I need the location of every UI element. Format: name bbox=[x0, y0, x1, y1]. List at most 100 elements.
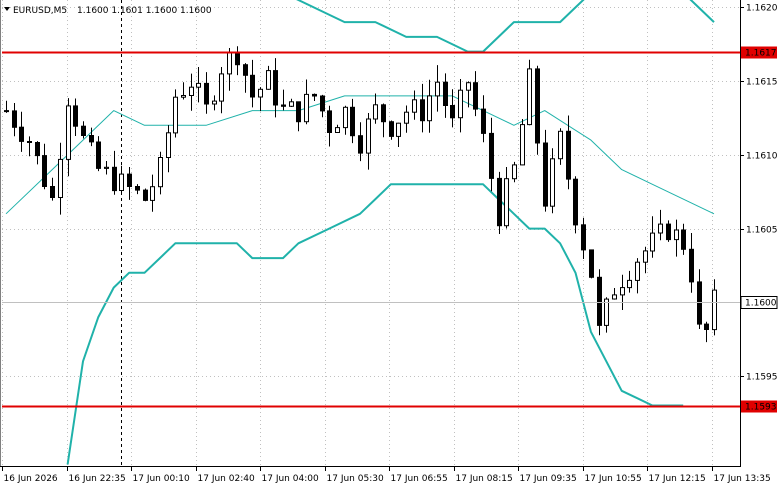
candle-body bbox=[573, 178, 578, 226]
candle-body bbox=[481, 108, 486, 134]
price-axis-tick-label: 1.1615 bbox=[746, 78, 778, 88]
candle-body bbox=[281, 104, 286, 107]
candle-body bbox=[650, 232, 655, 252]
candle-body bbox=[273, 70, 278, 106]
candle-body bbox=[112, 166, 117, 192]
level-price-tag-label: 1.1617 bbox=[745, 49, 777, 59]
chart-background bbox=[0, 0, 781, 489]
candle-body bbox=[150, 186, 155, 201]
candle-body bbox=[458, 89, 463, 119]
candle-body bbox=[704, 323, 709, 331]
candle-body bbox=[366, 118, 371, 154]
candle-body bbox=[420, 99, 425, 122]
chart-window[interactable]: 1.1620 1.1615 1.1610 1.1605 1.1600 1.1595 1.16… bbox=[0, 0, 781, 489]
candle-body bbox=[489, 132, 494, 179]
candle-body bbox=[497, 177, 502, 227]
candle-body bbox=[435, 81, 440, 97]
time-axis-tick-label: 17 Jun 12:15 bbox=[649, 474, 706, 484]
candle-body bbox=[50, 186, 55, 198]
candle-body bbox=[296, 101, 301, 123]
candle-body bbox=[266, 70, 271, 90]
candle-body bbox=[158, 157, 163, 188]
time-axis-tick-label: 17 Jun 08:15 bbox=[456, 474, 513, 484]
candle-body bbox=[404, 111, 409, 124]
time-axis-tick-label: 17 Jun 02:40 bbox=[198, 474, 255, 484]
candle-body bbox=[612, 294, 617, 300]
candle-body bbox=[12, 110, 17, 128]
candle-body bbox=[173, 96, 178, 134]
time-axis-tick-label: 17 Jun 09:35 bbox=[520, 474, 577, 484]
candle-body bbox=[89, 135, 94, 143]
candlestick-chart[interactable]: 1.1620 1.1615 1.1610 1.1605 1.1600 1.1595 1.16… bbox=[0, 0, 781, 489]
candle-body bbox=[312, 93, 317, 97]
candle-body bbox=[381, 104, 386, 123]
time-axis-tick-label: 17 Jun 05:30 bbox=[327, 474, 384, 484]
candle-body bbox=[289, 101, 294, 107]
current-price-tag-label: 1.1600 bbox=[745, 299, 777, 309]
candle-body bbox=[597, 276, 602, 326]
candle-body bbox=[127, 173, 132, 188]
price-axis-tick-label: 1.1620 bbox=[746, 4, 778, 14]
candle-body bbox=[581, 224, 586, 251]
candle-body bbox=[35, 142, 40, 157]
candle-body bbox=[196, 82, 201, 88]
candle-body bbox=[535, 68, 540, 144]
candle-body bbox=[19, 126, 24, 142]
candle-body bbox=[450, 105, 455, 119]
candle-body bbox=[304, 93, 309, 123]
candle-body bbox=[666, 223, 671, 241]
time-axis-tick-label: 17 Jun 04:00 bbox=[262, 474, 319, 484]
candle-body bbox=[166, 132, 171, 159]
candle-body bbox=[235, 52, 240, 66]
candle-body bbox=[135, 186, 140, 191]
candle-body bbox=[427, 95, 432, 122]
candle-body bbox=[373, 104, 378, 120]
candle-body bbox=[558, 130, 563, 160]
candle-body bbox=[143, 189, 148, 201]
candle-body bbox=[674, 229, 679, 241]
candle-body bbox=[350, 106, 355, 137]
candle-body bbox=[204, 82, 209, 105]
candle-body bbox=[358, 135, 363, 154]
chart-header-ohlc: 1.1600 1.1601 1.1600 1.1600 bbox=[77, 6, 212, 16]
time-axis-tick-label: 17 Jun 10:55 bbox=[585, 474, 642, 484]
candle-body bbox=[543, 142, 548, 207]
candle-body bbox=[104, 166, 109, 169]
candle-body bbox=[589, 249, 594, 278]
candle-body bbox=[258, 88, 263, 98]
candle-body bbox=[227, 52, 232, 75]
candle-body bbox=[189, 86, 194, 96]
candle-body bbox=[566, 130, 571, 180]
candle-body bbox=[42, 155, 47, 188]
candle-body bbox=[473, 82, 478, 110]
candle-body bbox=[343, 106, 348, 129]
price-axis-tick-label: 1.1610 bbox=[746, 152, 778, 162]
time-axis-tick-label: 17 Jun 13:35 bbox=[714, 474, 771, 484]
time-axis-tick-label: 17 Jun 06:55 bbox=[391, 474, 448, 484]
candle-body bbox=[396, 122, 401, 137]
candle-body bbox=[243, 64, 248, 76]
candle-body bbox=[58, 158, 63, 198]
candle-body bbox=[119, 173, 124, 192]
candle-body bbox=[689, 248, 694, 283]
candle-body bbox=[527, 68, 532, 126]
level-price-tag-label: 1.1593 bbox=[745, 403, 777, 413]
candle-body bbox=[181, 95, 186, 98]
chart-header-symbol: EURUSD,M5 bbox=[13, 6, 67, 16]
candle-body bbox=[604, 298, 609, 326]
time-axis-tick-label: 17 Jun 00:10 bbox=[133, 474, 190, 484]
candle-body bbox=[66, 105, 71, 160]
candle-body bbox=[327, 110, 332, 134]
candle-body bbox=[212, 100, 217, 105]
time-axis-tick-label: 16 Jun 2026 bbox=[4, 474, 58, 484]
candle-body bbox=[681, 229, 686, 250]
candle-body bbox=[219, 73, 224, 102]
candle-body bbox=[320, 95, 325, 112]
candle-body bbox=[550, 158, 555, 207]
candle-body bbox=[620, 287, 625, 296]
price-axis-tick-label: 1.1595 bbox=[746, 373, 778, 383]
candle-body bbox=[712, 289, 717, 331]
candle-body bbox=[96, 141, 101, 169]
candle-body bbox=[250, 74, 255, 98]
candle-body bbox=[658, 223, 663, 234]
